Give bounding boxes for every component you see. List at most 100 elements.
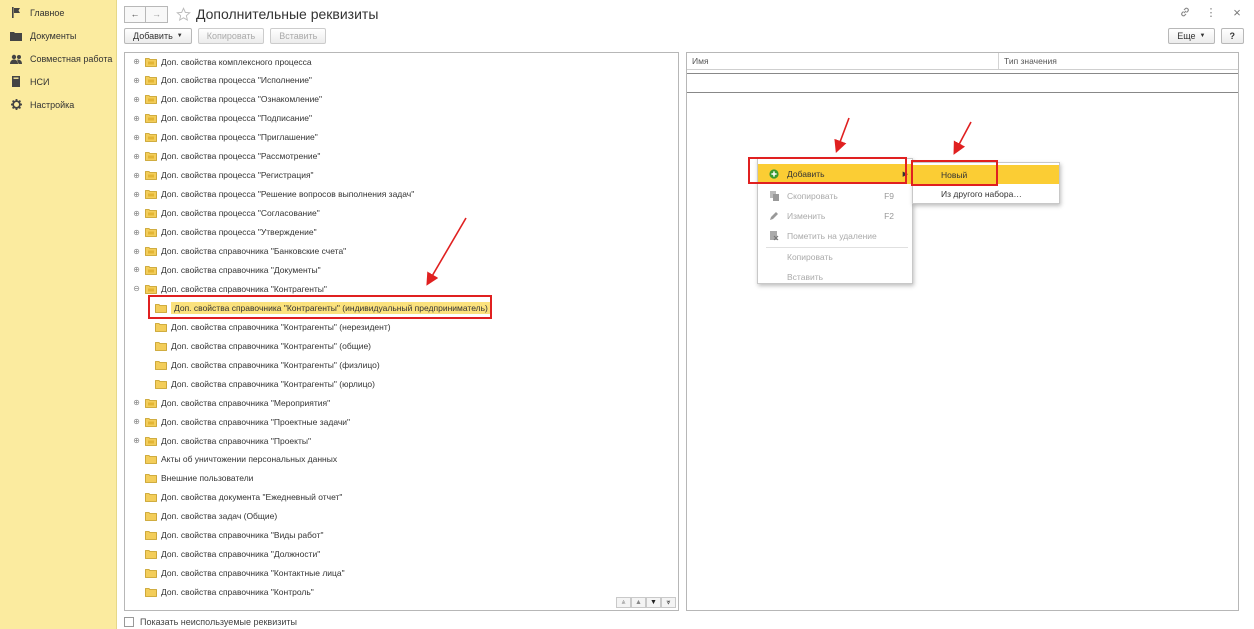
scroll-top-icon[interactable]: ⩓ bbox=[616, 597, 631, 608]
menu-item-duplicate[interactable]: Скопировать F9 bbox=[758, 186, 912, 206]
footer: Показать неиспользуемые реквизиты bbox=[124, 617, 297, 627]
expand-icon[interactable]: ⊕ bbox=[132, 171, 141, 180]
tree-item[interactable]: Акты об уничтожении персональных данных bbox=[132, 450, 337, 469]
more-button[interactable]: Еще ▼ bbox=[1168, 28, 1215, 44]
tree-item[interactable]: Доп. свойства справочника "Виды работ" bbox=[132, 526, 323, 545]
show-unused-label[interactable]: Показать неиспользуемые реквизиты bbox=[140, 617, 297, 627]
sidebar-item-label: Совместная работа bbox=[30, 53, 113, 64]
folder-icon bbox=[155, 379, 167, 389]
tree-item-label: Доп. свойства задач (Общие) bbox=[161, 511, 278, 522]
tree-item[interactable]: Доп. свойства справочника "Контрагенты" … bbox=[155, 355, 380, 374]
favorite-star-icon[interactable] bbox=[176, 6, 192, 22]
tree-item[interactable]: ⊕ Доп. свойства процесса "Приглашение" bbox=[132, 128, 318, 147]
tree-item-label: Доп. свойства комплексного процесса bbox=[161, 56, 312, 67]
scroll-bottom-icon[interactable]: ⩔ bbox=[661, 597, 676, 608]
paste-button[interactable]: Вставить bbox=[270, 28, 327, 44]
tree-item[interactable]: ⊕ Доп. свойства процесса "Утверждение" bbox=[132, 223, 316, 242]
folder-icon bbox=[145, 171, 157, 181]
tree-item[interactable]: ⊕ Доп. свойства справочника "Банковские с… bbox=[132, 242, 346, 261]
tree-item[interactable]: Доп. свойства задач (Общие) bbox=[132, 507, 277, 526]
forward-button[interactable]: → bbox=[146, 5, 168, 23]
tree-item[interactable]: ⊕ Доп. свойства процесса "Ознакомление" bbox=[132, 90, 322, 109]
tree-item-label: Доп. свойства справочника "Контрагенты" bbox=[161, 283, 327, 294]
submenu-new-highlight bbox=[911, 160, 998, 186]
add-button[interactable]: Добавить ▼ bbox=[124, 28, 192, 44]
tree-item[interactable]: ⊕ Доп. свойства процесса "Согласование" bbox=[132, 204, 320, 223]
tree-item[interactable]: ⊕ Доп. свойства справочника "Проекты" bbox=[132, 431, 311, 450]
tree-item[interactable]: Доп. свойства справочника "Контрагенты" … bbox=[155, 374, 375, 393]
tree-item[interactable]: Доп. свойства справочника "Контрагенты" … bbox=[155, 317, 391, 336]
expand-icon[interactable]: ⊕ bbox=[132, 265, 141, 274]
tree-item[interactable]: Доп. свойства документа "Ежедневный отче… bbox=[132, 488, 342, 507]
folder-icon bbox=[145, 76, 157, 86]
tree-item[interactable]: Внешние пользователи bbox=[132, 469, 253, 488]
tree-item-label: Доп. свойства документа "Ежедневный отче… bbox=[161, 492, 343, 503]
show-unused-checkbox[interactable] bbox=[124, 617, 134, 627]
close-icon[interactable]: × bbox=[1230, 5, 1244, 20]
tree-item-label: Доп. свойства процесса "Регистрация" bbox=[161, 170, 314, 181]
column-value-type[interactable]: Тип значения bbox=[999, 53, 1057, 69]
pencil-icon bbox=[767, 211, 781, 221]
expand-icon[interactable]: ⊕ bbox=[132, 133, 141, 142]
sidebar-item-settings[interactable]: Настройка bbox=[0, 93, 116, 116]
expand-icon[interactable]: ⊕ bbox=[132, 247, 141, 256]
sidebar-item-main[interactable]: Главное bbox=[0, 1, 116, 24]
expand-icon[interactable]: ⊕ bbox=[132, 398, 141, 407]
collapse-icon[interactable]: ⊖ bbox=[132, 284, 141, 293]
expand-icon[interactable]: ⊕ bbox=[132, 228, 141, 237]
tree-item-label: Доп. свойства процесса "Подписание" bbox=[161, 113, 312, 124]
expand-icon[interactable]: ⊕ bbox=[132, 95, 141, 104]
expand-icon[interactable]: ⊕ bbox=[132, 190, 141, 199]
tree-item[interactable]: ⊕ Доп. свойства справочника "Документы" bbox=[132, 260, 321, 279]
expand-icon[interactable]: ⊕ bbox=[132, 436, 141, 445]
tree-item[interactable]: ⊕ Доп. свойства процесса "Подписание" bbox=[132, 109, 312, 128]
attributes-grid[interactable]: Имя Тип значения bbox=[686, 52, 1239, 611]
link-icon[interactable] bbox=[1178, 5, 1192, 19]
shortcut-key: F9 bbox=[884, 191, 894, 201]
tree-item[interactable]: ⊕ Доп. свойства процесса "Исполнение" bbox=[132, 71, 312, 90]
tree-item-label: Доп. свойства справочника "Контроль" bbox=[161, 587, 314, 598]
expand-icon[interactable]: ⊕ bbox=[132, 114, 141, 123]
expand-icon[interactable]: ⊕ bbox=[132, 152, 141, 161]
menu-item-mark-delete[interactable]: Пометить на удаление bbox=[758, 226, 912, 246]
back-button[interactable]: ← bbox=[124, 5, 146, 23]
folder-icon bbox=[145, 190, 157, 200]
menu-item-edit[interactable]: Изменить F2 bbox=[758, 206, 912, 226]
expand-icon[interactable]: ⊕ bbox=[132, 417, 141, 426]
tree-item[interactable]: Доп. свойства справочника "Контроль" bbox=[132, 583, 314, 602]
folder-icon bbox=[145, 95, 157, 105]
more-vertical-icon[interactable]: ⋮ bbox=[1204, 5, 1218, 19]
tree-item[interactable]: ⊕ Доп. свойства справочника "Проектные за… bbox=[132, 412, 350, 431]
submenu-item-from-other-set[interactable]: Из другого набора… bbox=[913, 184, 1059, 203]
expand-icon[interactable]: ⊕ bbox=[132, 76, 141, 85]
tree-item[interactable]: ⊕ Доп. свойства справочника "Мероприятия" bbox=[132, 393, 330, 412]
scroll-up-icon[interactable]: ▲ bbox=[631, 597, 646, 608]
tree-item[interactable]: Доп. свойства справочника "Контрагенты" … bbox=[155, 336, 371, 355]
scroll-down-icon[interactable]: ▼ bbox=[646, 597, 661, 608]
tree-item[interactable]: Доп. свойства справочника "Должности" bbox=[132, 545, 320, 564]
menu-item-label: Вставить bbox=[787, 272, 824, 282]
tree-item[interactable]: ⊕ Доп. свойства процесса "Регистрация" bbox=[132, 166, 314, 185]
tree-item-label: Доп. свойства справочника "Мероприятия" bbox=[161, 397, 331, 408]
tree-item-label: Доп. свойства справочника "Контрагенты" … bbox=[171, 321, 391, 332]
grid-empty-row[interactable] bbox=[687, 73, 1238, 93]
expand-icon[interactable]: ⊕ bbox=[132, 209, 141, 218]
tree-item[interactable]: ⊕ Доп. свойства процесса "Решение вопросо… bbox=[132, 185, 414, 204]
tree-item[interactable]: ⊕ Доп. свойства комплексного процесса bbox=[132, 53, 312, 71]
tree-item[interactable]: ⊕ Доп. свойства процесса "Рассмотрение" bbox=[132, 147, 320, 166]
tree-item[interactable]: Доп. свойства справочника "Контактные ли… bbox=[132, 564, 345, 583]
sidebar-item-collaboration[interactable]: Совместная работа bbox=[0, 47, 116, 70]
column-name[interactable]: Имя bbox=[687, 53, 999, 69]
folder-icon bbox=[145, 436, 157, 446]
sidebar-item-documents[interactable]: Документы bbox=[0, 24, 116, 47]
help-button[interactable]: ? bbox=[1220, 28, 1244, 44]
expand-icon[interactable]: ⊕ bbox=[132, 57, 141, 66]
copy-button[interactable]: Копировать bbox=[197, 28, 265, 44]
property-sets-tree[interactable]: ⊕ Доп. свойства комплексного процесса ⊕ Доп… bbox=[124, 52, 679, 611]
gear-icon bbox=[10, 99, 22, 111]
menu-item-copy[interactable]: Копировать bbox=[758, 247, 912, 267]
sidebar-item-nsi[interactable]: НСИ bbox=[0, 70, 116, 93]
menu-item-paste[interactable]: Вставить bbox=[758, 267, 912, 287]
users-icon bbox=[10, 53, 22, 65]
